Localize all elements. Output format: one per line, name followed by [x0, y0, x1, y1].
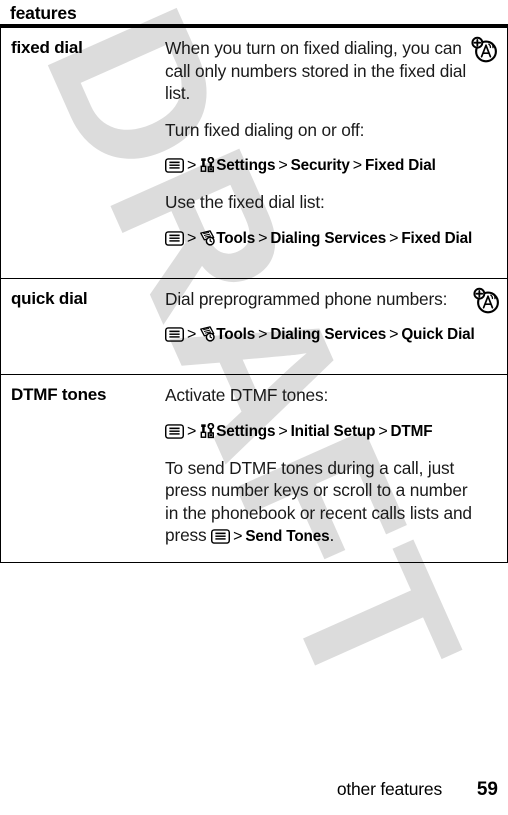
- path-separator: >: [187, 422, 197, 440]
- description-paragraph: Turn fixed dialing on or off:: [165, 119, 365, 140]
- menu-item-label: Send Tones: [245, 528, 330, 545]
- description-paragraph-with-path: To send DTMF tones during a call, just p…: [165, 457, 473, 549]
- menu-path: > Settings > Initial Setup > DTMF: [165, 421, 473, 443]
- description-paragraph: Dial preprogrammed phone numbers:: [165, 288, 448, 309]
- tools-icon: [199, 326, 215, 342]
- table-row: quick dial Dial preprogrammed phone numbe…: [1, 279, 508, 375]
- menu-item-label: Fixed Dial: [364, 157, 436, 174]
- path-separator: >: [187, 157, 197, 174]
- path-separator: >: [378, 422, 388, 440]
- feature-description: When you turn on fixed dialing, you can …: [165, 28, 507, 278]
- menu-item-label: Tools: [216, 326, 256, 343]
- path-separator: >: [187, 229, 197, 247]
- menu-item-label: DTMF: [390, 422, 433, 440]
- paragraph-tail-text: .: [329, 525, 335, 545]
- menu-icon: [165, 230, 184, 246]
- path-separator: >: [187, 326, 197, 343]
- menu-icon: [165, 423, 184, 439]
- footer-section-title: other features: [336, 779, 442, 799]
- path-separator: >: [278, 157, 288, 174]
- network-feature-icon: [473, 287, 503, 317]
- feature-term: fixed dial: [11, 38, 83, 57]
- description-paragraph: Activate DTMF tones:: [165, 385, 329, 405]
- menu-item-label: Settings: [216, 422, 276, 440]
- network-feature-icon: [471, 36, 501, 71]
- network-feature-icon: [473, 287, 503, 322]
- table-header-label: features: [10, 3, 77, 23]
- path-separator: >: [389, 229, 399, 247]
- table-row: fixed dial When you turn on fixed dialing…: [1, 28, 507, 279]
- network-feature-icon: [471, 36, 501, 66]
- document-page: DRAFT features fixed dial When you turn o…: [0, 0, 508, 815]
- path-separator: >: [233, 528, 243, 545]
- table-header-row: features: [0, 0, 508, 28]
- menu-item-label: Dialing Services: [270, 326, 387, 343]
- path-separator: >: [258, 326, 268, 343]
- description-paragraph: Use the fixed dial list:: [165, 192, 325, 212]
- inline-menu-path: > Send Tones: [211, 528, 330, 545]
- settings-icon: [199, 156, 215, 173]
- menu-path: > Tools > Dialing Services > Quick Dial: [165, 324, 475, 346]
- path-separator: >: [389, 326, 399, 343]
- menu-icon: [211, 529, 231, 544]
- menu-item-label: Fixed Dial: [401, 229, 473, 247]
- menu-icon: [165, 158, 184, 173]
- menu-icon: [165, 327, 184, 342]
- feature-term: quick dial: [11, 288, 88, 308]
- menu-path: > Settings > Security > Fixed Dial: [165, 155, 473, 177]
- menu-item-label: Initial Setup: [290, 422, 376, 440]
- path-separator: >: [278, 422, 288, 440]
- menu-path: > Tools > Dialing Services > Fixed Dial: [165, 228, 473, 250]
- table-row: DTMF tones Activate DTMF tones: > Settings >…: [1, 375, 507, 562]
- path-separator: >: [352, 157, 362, 174]
- settings-icon: [199, 422, 215, 439]
- feature-description: Dial preprogrammed phone numbers: > Tools >…: [165, 279, 508, 375]
- footer-page-number: 59: [476, 779, 498, 800]
- menu-item-label: Settings: [216, 157, 276, 174]
- description-paragraph: When you turn on fixed dialing, you can …: [165, 38, 467, 103]
- table-body: fixed dial When you turn on fixed dialing…: [0, 28, 508, 563]
- path-separator: >: [258, 229, 268, 247]
- menu-item-label: Tools: [216, 229, 256, 247]
- feature-term: DTMF tones: [11, 385, 107, 404]
- page-footer: other features 59: [0, 779, 508, 805]
- menu-item-label: Security: [290, 157, 350, 174]
- menu-item-label: Dialing Services: [270, 229, 387, 247]
- menu-item-label: Quick Dial: [401, 326, 475, 343]
- tools-icon: [199, 229, 215, 246]
- feature-description: Activate DTMF tones: > Settings > Initial Se…: [165, 375, 507, 562]
- features-table: features fixed dial When you turn on fixe…: [0, 0, 508, 563]
